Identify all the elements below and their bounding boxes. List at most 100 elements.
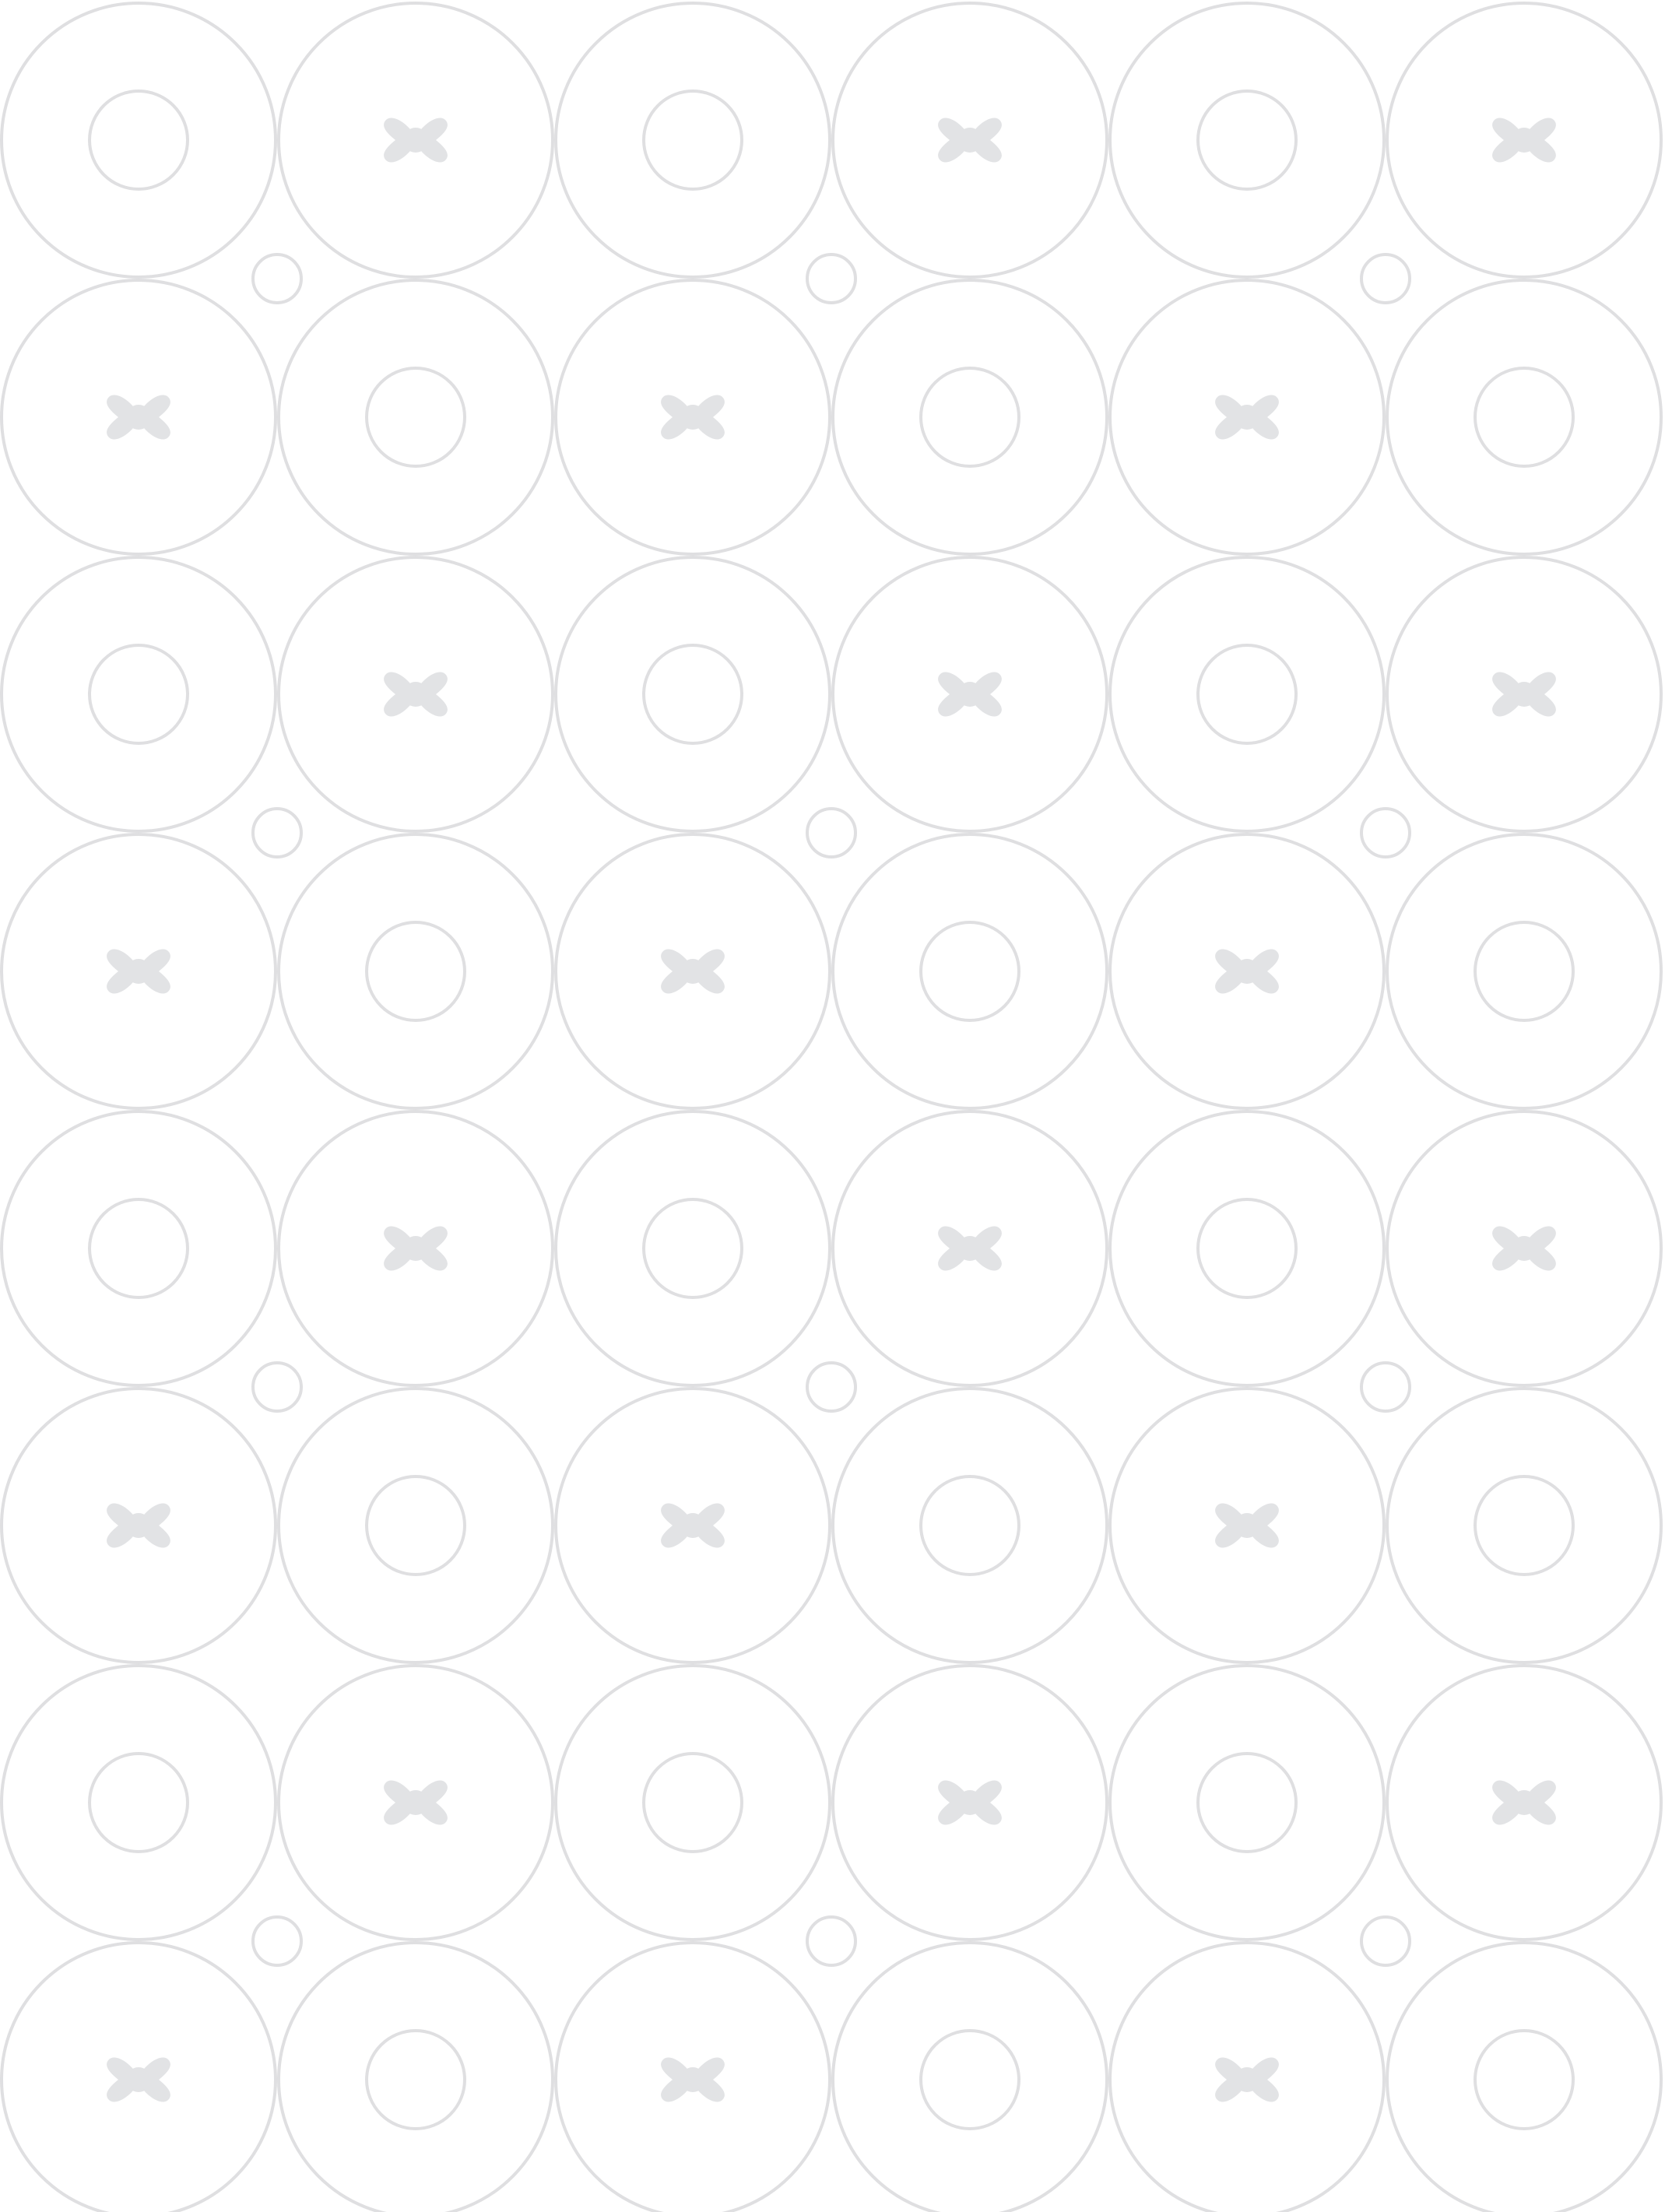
pattern-cell xyxy=(554,556,831,833)
pattern-cell xyxy=(1386,1941,1663,2212)
small-accent-circle xyxy=(251,807,303,858)
pattern-cell xyxy=(0,1941,277,2212)
pattern-cell xyxy=(277,279,554,556)
cross-icon xyxy=(107,395,170,440)
pattern-cell xyxy=(831,2,1108,279)
cross-icon xyxy=(384,672,448,717)
cross-icon xyxy=(107,949,170,994)
ring-icon xyxy=(88,1198,189,1299)
pattern-cell xyxy=(0,1664,277,1941)
cross-icon xyxy=(938,118,1002,163)
ring-icon xyxy=(919,921,1020,1022)
large-circle-outline xyxy=(1108,1664,1386,1941)
ring-icon xyxy=(365,2029,466,2130)
cross-icon xyxy=(1492,1226,1556,1271)
ring-icon xyxy=(1474,921,1575,1022)
ring-icon xyxy=(1196,90,1298,191)
pattern-cell xyxy=(0,1110,277,1387)
pattern-cell xyxy=(277,1387,554,1664)
pattern-cell xyxy=(831,279,1108,556)
large-circle-outline xyxy=(831,833,1108,1110)
pattern-cell xyxy=(277,1664,554,1941)
ring-icon xyxy=(1474,367,1575,468)
ring-icon xyxy=(919,367,1020,468)
large-circle-outline xyxy=(277,279,554,556)
ring-icon xyxy=(365,921,466,1022)
pattern-cell xyxy=(554,1387,831,1664)
cross-icon xyxy=(1492,1780,1556,1825)
cross-icon xyxy=(1215,395,1279,440)
ring-icon xyxy=(1474,1475,1575,1576)
large-circle-outline xyxy=(554,2,831,279)
ring-icon xyxy=(919,1475,1020,1576)
small-accent-circle xyxy=(251,1915,303,1967)
large-circle-outline xyxy=(277,1941,554,2212)
pattern-cell xyxy=(0,279,277,556)
ring-icon xyxy=(365,1475,466,1576)
cross-icon xyxy=(661,1503,725,1548)
pattern-cell xyxy=(554,1664,831,1941)
ring-icon xyxy=(88,644,189,745)
pattern-cell xyxy=(0,833,277,1110)
pattern-cell xyxy=(831,833,1108,1110)
large-circle-outline xyxy=(0,2,277,279)
pattern-cell xyxy=(1108,1387,1386,1664)
cross-icon xyxy=(384,118,448,163)
cross-icon xyxy=(661,395,725,440)
pattern-cell xyxy=(831,1110,1108,1387)
pattern-cell xyxy=(277,556,554,833)
cross-icon xyxy=(938,1780,1002,1825)
large-circle-outline xyxy=(831,1941,1108,2212)
pattern-cell xyxy=(831,1941,1108,2212)
pattern-cell xyxy=(277,1941,554,2212)
large-circle-outline xyxy=(831,1387,1108,1664)
large-circle-outline xyxy=(277,1387,554,1664)
large-circle-outline xyxy=(1386,1941,1663,2212)
large-circle-outline xyxy=(831,279,1108,556)
pattern-cell xyxy=(554,2,831,279)
cross-icon xyxy=(938,672,1002,717)
ring-icon xyxy=(642,90,743,191)
pattern-cell xyxy=(277,833,554,1110)
cross-icon xyxy=(1492,672,1556,717)
large-circle-outline xyxy=(1108,1110,1386,1387)
large-circle-outline xyxy=(1386,833,1663,1110)
cross-icon xyxy=(107,1503,170,1548)
large-circle-outline xyxy=(0,556,277,833)
pattern-cell xyxy=(1108,279,1386,556)
ring-icon xyxy=(919,2029,1020,2130)
large-circle-outline xyxy=(277,833,554,1110)
small-accent-circle xyxy=(1360,807,1411,858)
pattern-cell xyxy=(0,556,277,833)
large-circle-outline xyxy=(1108,2,1386,279)
pattern-cell xyxy=(831,1387,1108,1664)
ring-icon xyxy=(88,1752,189,1853)
large-circle-outline xyxy=(1386,279,1663,556)
ring-icon xyxy=(365,367,466,468)
cross-icon xyxy=(1492,118,1556,163)
cross-icon xyxy=(107,2057,170,2102)
ring-icon xyxy=(88,90,189,191)
cross-icon xyxy=(661,949,725,994)
pattern-cell xyxy=(554,1110,831,1387)
cross-icon xyxy=(384,1226,448,1271)
small-accent-circle xyxy=(1360,1361,1411,1413)
pattern-cell xyxy=(1108,1664,1386,1941)
pattern-cell xyxy=(1386,556,1663,833)
large-circle-outline xyxy=(554,556,831,833)
pattern-cell xyxy=(1386,279,1663,556)
ring-icon xyxy=(1196,644,1298,745)
pattern-cell xyxy=(1386,1110,1663,1387)
pattern-cell xyxy=(1108,833,1386,1110)
small-accent-circle xyxy=(806,253,857,304)
pattern-cell xyxy=(831,1664,1108,1941)
cross-icon xyxy=(1215,1503,1279,1548)
pattern-cell xyxy=(554,279,831,556)
cross-icon xyxy=(661,2057,725,2102)
large-circle-outline xyxy=(554,1664,831,1941)
large-circle-outline xyxy=(0,1110,277,1387)
small-accent-circle xyxy=(251,1361,303,1413)
ring-icon xyxy=(642,644,743,745)
pattern-cell xyxy=(0,1387,277,1664)
large-circle-outline xyxy=(1108,556,1386,833)
